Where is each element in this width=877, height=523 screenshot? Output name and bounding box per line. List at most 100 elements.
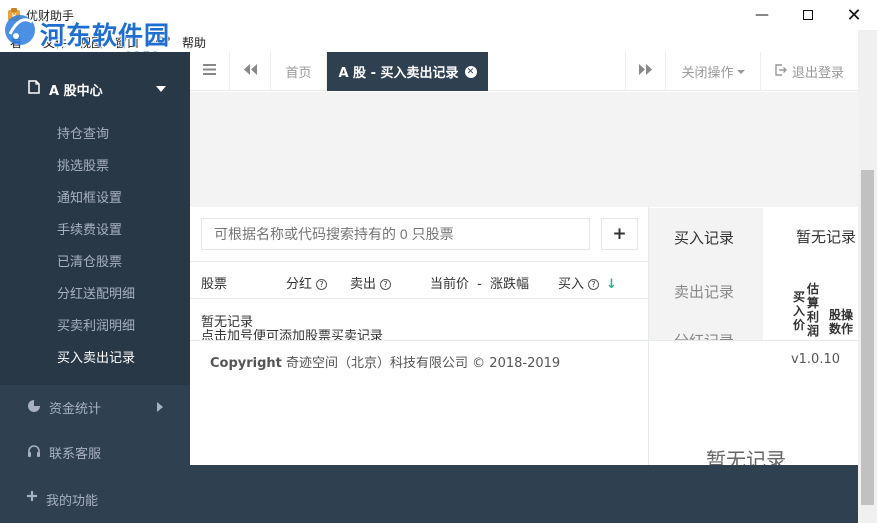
column-buy-label: 买入: [558, 277, 585, 292]
copyright: Copyright 奇迹空间（北京）科技有限公司 © 2018-2019: [210, 352, 560, 371]
column-current-price[interactable]: 当前价 - 涨跌幅: [430, 273, 529, 292]
caret-down-icon: [736, 64, 745, 79]
window-title: 优财助手: [26, 9, 75, 23]
empty-hint: 点击加号便可添加股票买卖记录: [201, 329, 384, 340]
sidebar-item-notify-settings[interactable]: 通知框设置: [57, 187, 122, 206]
backward-icon: [243, 64, 257, 79]
scrollbar-thumb[interactable]: [861, 170, 874, 505]
sidebar-item-my-functions[interactable]: 我的功能: [46, 490, 98, 509]
add-record-button[interactable]: +: [601, 218, 638, 250]
tab-dividend-records[interactable]: 分红记录: [649, 318, 763, 340]
sidebar-item-trade-records[interactable]: 买入卖出记录: [57, 347, 135, 366]
tab-buy-records-label: 买入记录: [674, 229, 735, 247]
caret-right-icon: [157, 401, 163, 416]
sidebar-item-holdings[interactable]: 持仓查询: [57, 123, 109, 142]
column-sell-label: 卖出: [350, 277, 377, 292]
column-change-label: 涨跌幅: [490, 277, 530, 292]
menu-item-view[interactable]: 看: [10, 34, 22, 51]
menu-item-vip[interactable]: VIP: [151, 34, 170, 48]
copyright-text: 奇迹空间（北京）科技有限公司 © 2018-2019: [286, 356, 561, 371]
logout-button[interactable]: 退出登录: [761, 52, 858, 91]
sidebar-section-a-share[interactable]: A 股中心: [49, 80, 103, 99]
col-shares-char: 数: [829, 322, 842, 336]
records-column-headers: 买 入 价 估 算 利 润 股操 数作: [763, 262, 858, 340]
col-buy-price-char: 入: [793, 304, 806, 318]
col-est-profit-char: 润: [807, 324, 820, 338]
sidebar-item-support[interactable]: 联系客服: [49, 443, 101, 462]
question-icon: ?: [316, 279, 328, 290]
sidebar-item-funds[interactable]: 资金统计: [49, 398, 101, 417]
col-shares-char: 股: [829, 308, 842, 322]
content-background: [190, 92, 858, 207]
menu-bar: 看 文件 视图 窗口 VIP 帮助: [0, 30, 300, 52]
maximize-button[interactable]: [785, 0, 831, 30]
logout-icon: [775, 63, 787, 80]
col-shares: 股操 数作: [829, 308, 853, 336]
question-icon: ?: [380, 279, 392, 290]
svg-text:¥: ¥: [11, 12, 16, 21]
menu-item-view-2[interactable]: 视图: [79, 34, 103, 51]
app-icon: ¥: [6, 7, 22, 23]
sidebar-item-dividend-details[interactable]: 分红送配明细: [57, 283, 135, 302]
close-icon: ✕: [846, 4, 862, 26]
scroll-tabs-left-button[interactable]: [230, 52, 271, 91]
headset-icon: [27, 444, 41, 462]
bottom-bar: [190, 465, 858, 523]
empty-message: 暂无记录: [201, 315, 254, 330]
tab-home-label: 首页: [285, 66, 312, 81]
column-dividend-label: 分红: [286, 277, 313, 292]
column-sell[interactable]: 卖出?: [350, 273, 392, 292]
col-ops-char: 操: [841, 308, 854, 322]
tab-dividend-records-label: 分红记录: [674, 330, 734, 340]
records-empty-head: 暂无记录: [796, 228, 857, 246]
minimize-icon: —: [755, 7, 769, 23]
tab-buy-records[interactable]: 买入记录: [649, 208, 763, 263]
sidebar-item-pick-stocks[interactable]: 挑选股票: [57, 155, 109, 174]
tab-sell-records[interactable]: 卖出记录: [649, 263, 763, 318]
tab-home[interactable]: 首页: [271, 52, 327, 91]
close-window-button[interactable]: ✕: [831, 0, 877, 30]
col-est-profit: 估 算 利 润: [807, 282, 821, 338]
forward-icon: [639, 64, 652, 79]
close-tab-icon[interactable]: ✕: [464, 65, 477, 78]
tab-trade-records[interactable]: A 股 - 买入卖出记录 ✕: [327, 52, 488, 91]
col-buy-price-char: 价: [793, 318, 806, 332]
records-empty-bottom: 暂无记录: [706, 448, 786, 465]
menu-item-help[interactable]: 帮助: [182, 34, 206, 51]
close-operations-label: 关闭操作: [681, 66, 734, 81]
minimize-button[interactable]: —: [739, 0, 785, 30]
tab-trade-records-label: A 股 - 买入卖出记录: [338, 66, 459, 81]
sidebar-item-profit-details[interactable]: 买卖利润明细: [57, 315, 135, 334]
menu-item-file[interactable]: 文件: [43, 34, 67, 51]
column-stock[interactable]: 股票: [201, 273, 227, 292]
column-buy[interactable]: 买入? ↓: [558, 273, 617, 292]
column-dividend[interactable]: 分红?: [286, 273, 328, 292]
footer: Copyright 奇迹空间（北京）科技有限公司 © 2018-2019: [190, 340, 648, 378]
tab-sell-records-label: 卖出记录: [674, 283, 735, 301]
col-est-profit-char: 估: [807, 282, 820, 296]
close-operations-dropdown[interactable]: 关闭操作: [666, 52, 761, 91]
maximize-icon: [803, 10, 813, 20]
hamburger-icon: [203, 64, 216, 79]
column-current-price-label: 当前价: [430, 277, 470, 292]
column-separator: -: [477, 277, 482, 292]
copyright-bold: Copyright: [210, 356, 282, 371]
document-icon: [28, 80, 40, 98]
footer-right: v1.0.10: [649, 340, 858, 378]
question-icon: ?: [588, 279, 600, 290]
sort-down-arrow-icon[interactable]: ↓: [606, 277, 617, 292]
col-buy-price: 买 入 价: [793, 290, 807, 332]
menu-item-window[interactable]: 窗口: [115, 34, 139, 51]
menu-toggle-button[interactable]: [190, 52, 230, 91]
logout-label: 退出登录: [791, 66, 844, 81]
col-est-profit-char: 利: [807, 310, 820, 324]
caret-down-icon: [156, 82, 166, 97]
scroll-tabs-right-button[interactable]: [625, 52, 666, 91]
col-ops-char: 作: [841, 322, 854, 336]
search-input[interactable]: [201, 218, 590, 250]
pie-chart-icon: [27, 399, 41, 417]
col-est-profit-char: 算: [807, 296, 820, 310]
plus-icon: +: [612, 224, 627, 244]
sidebar-item-cleared-stocks[interactable]: 已清仓股票: [57, 251, 122, 270]
sidebar-item-fee-settings[interactable]: 手续费设置: [57, 219, 122, 238]
